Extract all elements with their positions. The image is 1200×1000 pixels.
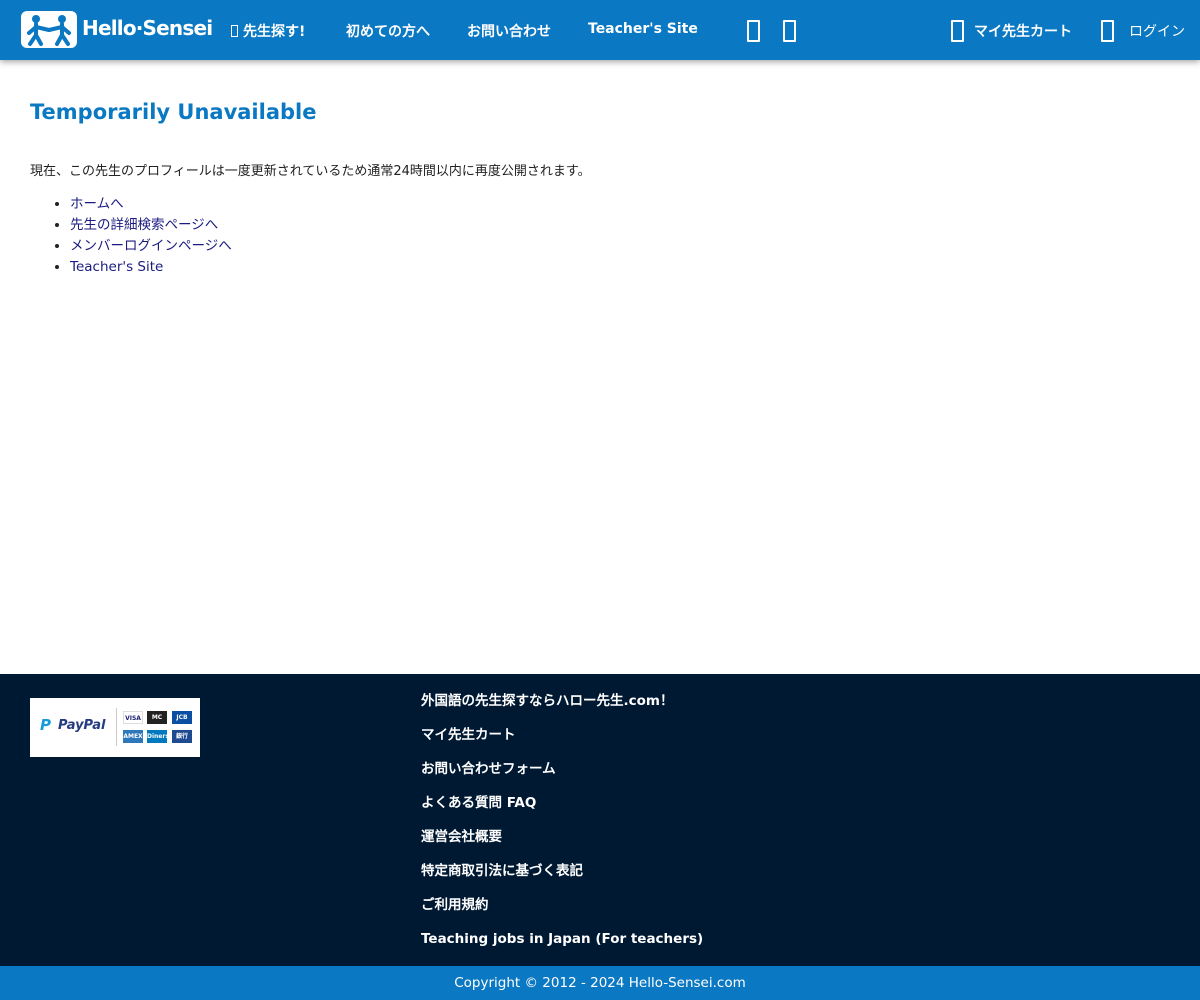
logo-icon[interactable]: [21, 11, 77, 48]
home-link[interactable]: ホームへ: [70, 196, 124, 212]
footer-link-legal[interactable]: 特定商取引法に基づく表記: [421, 860, 703, 894]
cart-icon[interactable]: [951, 20, 964, 42]
footer-link-home[interactable]: 外国語の先生探すならハロー先生.com！: [421, 690, 703, 724]
nav-teachers-site[interactable]: Teacher's Site: [588, 21, 698, 37]
search-icon: [231, 25, 238, 37]
footer-link-company[interactable]: 運営会社概要: [421, 826, 703, 860]
member-login-link[interactable]: メンバーログインページへ: [70, 238, 232, 254]
footer-link-cart[interactable]: マイ先生カート: [421, 724, 703, 758]
nav-contact[interactable]: お問い合わせ: [467, 21, 551, 41]
logo-text[interactable]: Hello·Sensei: [82, 16, 213, 40]
jcb-card-icon: JCB: [172, 711, 192, 724]
cart-link[interactable]: マイ先生カート: [974, 21, 1072, 41]
amex-card-icon: AMEX: [123, 730, 143, 743]
login-link[interactable]: ログイン: [1129, 21, 1185, 41]
bank-transfer-icon: 銀行: [172, 730, 192, 743]
page-title: Temporarily Unavailable: [30, 100, 317, 124]
divider: [116, 708, 117, 746]
paypal-icon: P: [40, 716, 51, 734]
user-icon[interactable]: [1101, 20, 1114, 42]
twitter-icon[interactable]: [783, 20, 796, 42]
unavailable-message: 現在、この先生のプロフィールは一度更新されているため通常24時間以内に再度公開さ…: [30, 164, 591, 179]
list-item: メンバーログインページへ: [70, 236, 232, 257]
paypal-label: PayPal: [58, 718, 106, 733]
facebook-icon[interactable]: [747, 20, 760, 42]
nav-first-time[interactable]: 初めての方へ: [346, 21, 430, 41]
footer-links: 外国語の先生探すならハロー先生.com！ マイ先生カート お問い合わせフォーム …: [421, 690, 703, 962]
site-header: Hello·Sensei 先生探す! 初めての方へ お問い合わせ Teacher…: [0, 0, 1200, 60]
advanced-search-link[interactable]: 先生の詳細検索ページへ: [70, 217, 218, 233]
nav-find-teacher[interactable]: 先生探す!: [231, 21, 305, 41]
mastercard-icon: MC: [147, 711, 167, 724]
visa-card-icon: VISA: [123, 711, 143, 724]
nav-find-teacher-label: 先生探す!: [243, 24, 306, 40]
teachers-site-link[interactable]: Teacher's Site: [70, 259, 163, 275]
footer-link-contact-form[interactable]: お問い合わせフォーム: [421, 758, 703, 792]
footer-link-faq[interactable]: よくある質問 FAQ: [421, 792, 703, 826]
diners-card-icon: Diners: [147, 730, 169, 743]
list-item: ホームへ: [70, 194, 232, 215]
footer-link-terms[interactable]: ご利用規約: [421, 894, 703, 928]
list-item: 先生の詳細検索ページへ: [70, 215, 232, 236]
link-list: ホームへ 先生の詳細検索ページへ メンバーログインページへ Teacher's …: [30, 194, 232, 278]
footer-link-teaching-jobs[interactable]: Teaching jobs in Japan (For teachers): [421, 928, 703, 962]
site-footer: P PayPal VISA MC JCB AMEX Diners 銀行 外国語の…: [0, 674, 1200, 966]
copyright: Copyright © 2012 - 2024 Hello-Sensei.com: [0, 966, 1200, 1000]
list-item: Teacher's Site: [70, 257, 232, 278]
payment-methods-banner: P PayPal VISA MC JCB AMEX Diners 銀行: [30, 698, 200, 757]
